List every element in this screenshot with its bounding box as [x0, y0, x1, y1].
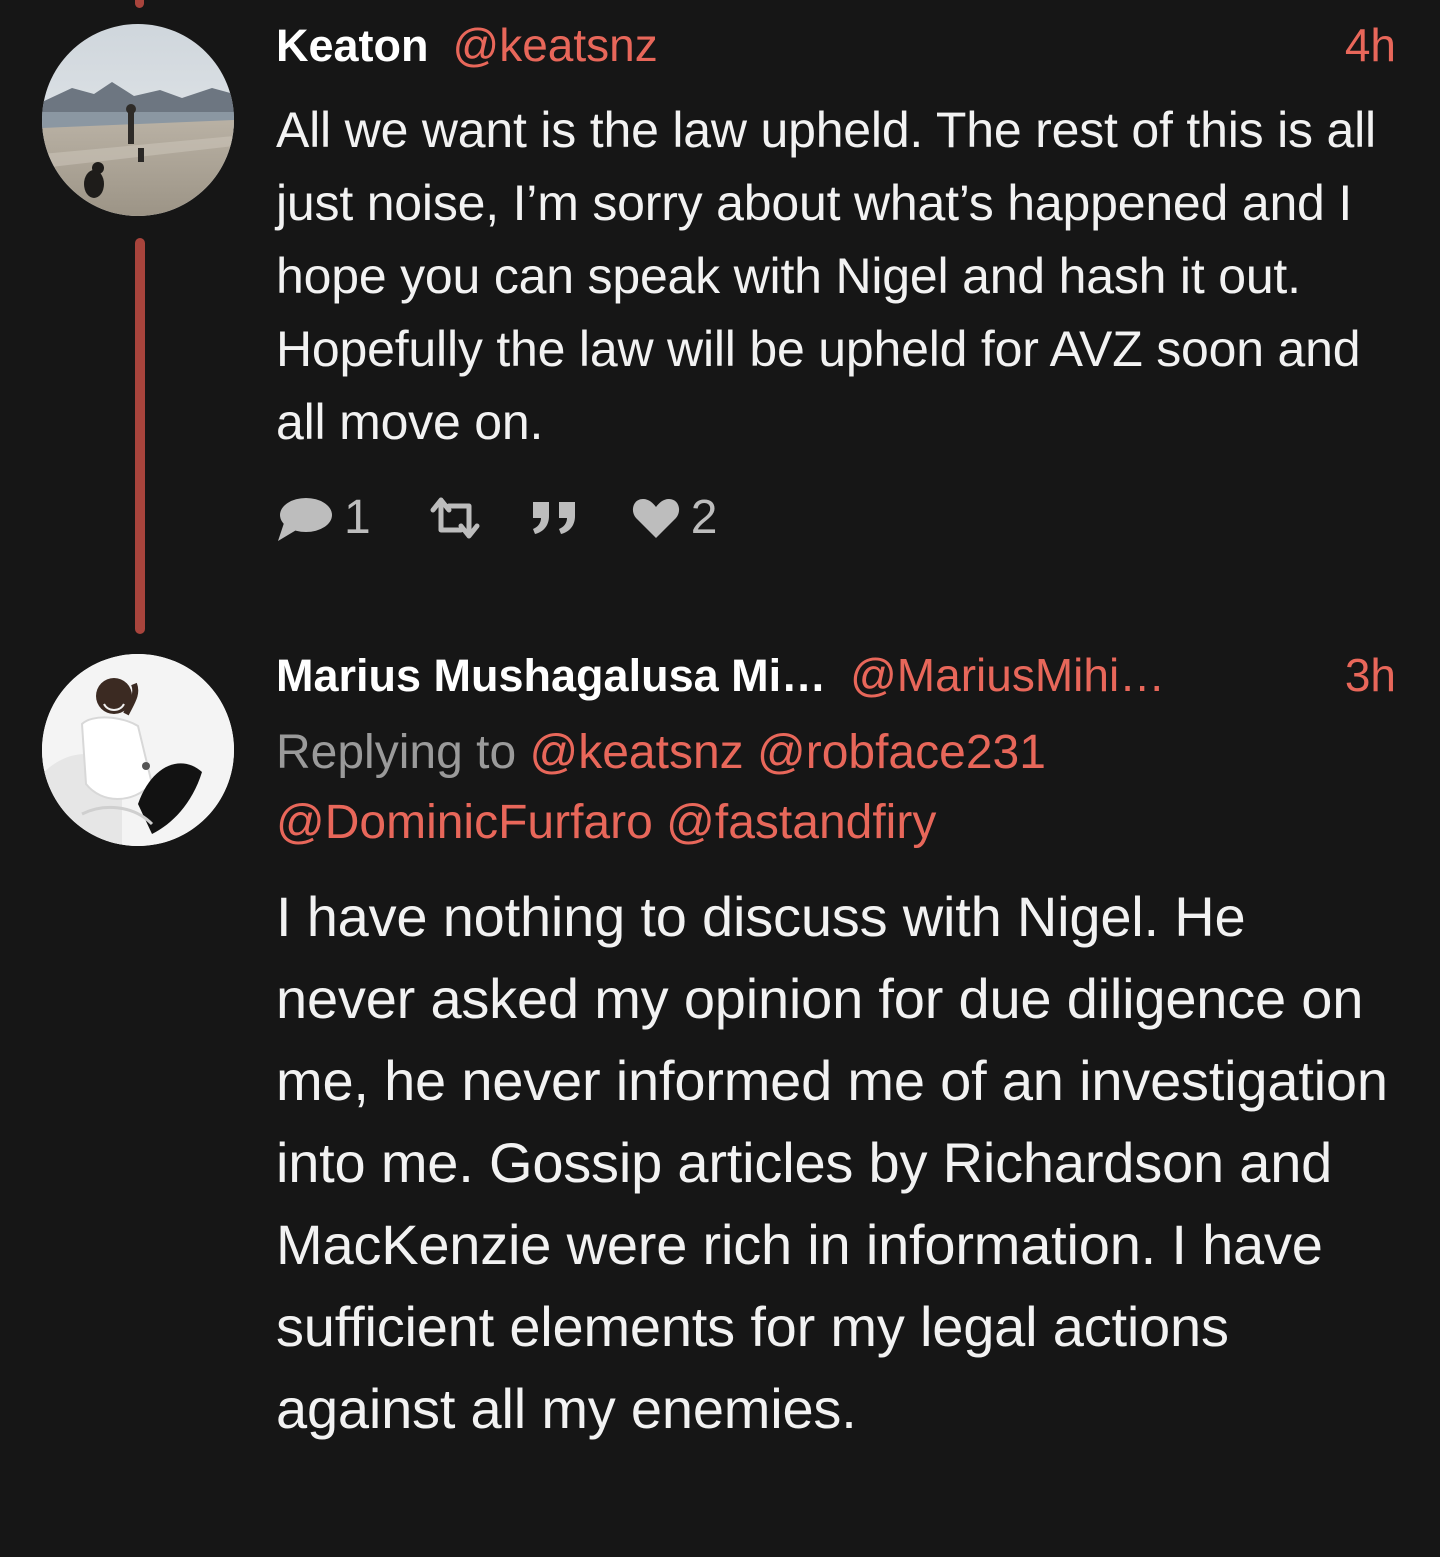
heart-icon: [632, 498, 679, 538]
replying-to: Replying to @keatsnz @robface231 @Domini…: [276, 718, 1396, 858]
avatar-marius[interactable]: [42, 654, 234, 846]
display-name[interactable]: Marius Mushagalusa Mi…: [276, 650, 826, 702]
timestamp[interactable]: 4h: [1345, 18, 1396, 72]
display-name[interactable]: Keaton: [276, 20, 429, 72]
mention-link[interactable]: @robface231: [757, 726, 1046, 779]
user-handle[interactable]: @MariusMihi…: [850, 648, 1165, 702]
tweet-marius[interactable]: Marius Mushagalusa Mi… @MariusMihi… 3h R…: [276, 648, 1396, 1450]
tweet-text: All we want is the law upheld. The rest …: [276, 102, 1376, 450]
mention-link[interactable]: @keatsnz: [529, 726, 743, 779]
reply-icon: [278, 497, 332, 541]
thread-line: [135, 238, 145, 634]
timestamp[interactable]: 3h: [1345, 648, 1396, 702]
like-count: 2: [690, 491, 718, 544]
tweet-header: Marius Mushagalusa Mi… @MariusMihi… 3h: [276, 648, 1396, 708]
tweet-actions: 1 2: [276, 490, 753, 545]
mention-link[interactable]: @DominicFurfaro: [276, 796, 653, 849]
retweet-button[interactable]: [427, 496, 483, 540]
avatar-keaton[interactable]: [42, 24, 234, 216]
beach-photo-avatar: [42, 24, 234, 216]
tweet-header: Keaton @keatsnz 4h: [276, 18, 1396, 78]
quote-icon: [532, 501, 575, 534]
reply-button[interactable]: 1: [276, 490, 371, 545]
retweet-icon: [430, 497, 480, 538]
tweet-text: I have nothing to discuss with Nigel. He…: [276, 885, 1388, 1440]
thread-line-top: [135, 0, 144, 8]
user-handle[interactable]: @keatsnz: [453, 18, 658, 72]
quote-button[interactable]: [529, 498, 581, 538]
replying-label: Replying to: [276, 726, 517, 779]
mention-link[interactable]: @fastandfiry: [666, 796, 936, 849]
tweet-keaton[interactable]: Keaton @keatsnz 4h All we want is the la…: [276, 18, 1396, 459]
like-button[interactable]: 2: [631, 490, 718, 545]
reply-count: 1: [344, 491, 371, 544]
portrait-photo-avatar: [42, 654, 234, 846]
